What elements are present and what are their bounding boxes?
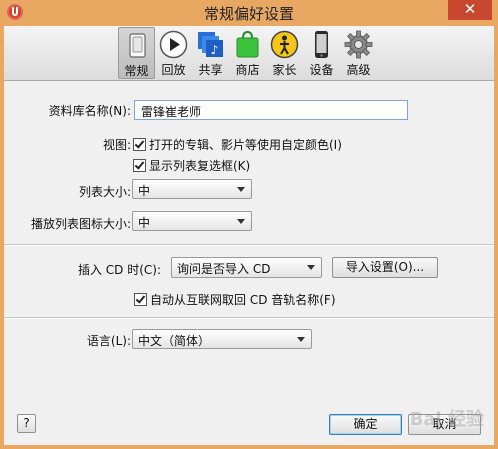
tab-playback[interactable]: 回放: [155, 27, 192, 79]
list-checkboxes-option[interactable]: 显示列表复选框(K): [133, 157, 250, 174]
tab-devices-label: 设备: [309, 63, 334, 77]
cd-insert-select[interactable]: 询问是否导入 CD: [171, 257, 322, 278]
chevron-down-icon: [297, 337, 305, 342]
list-checkboxes-label: 显示列表复选框(K): [149, 159, 251, 173]
chevron-down-icon: [237, 187, 245, 192]
cancel-button[interactable]: 取消: [408, 414, 481, 435]
auto-fetch-label: 自动从互联网取回 CD 音轨名称(F): [150, 293, 336, 307]
preferences-toolbar: 常规 回放 ♪ 共享 商店 家长 设备 高级: [4, 26, 494, 81]
language-label: 语言(L):: [86, 334, 131, 348]
custom-colors-label: 打开的专辑、影片等使用自定颜色(I): [149, 138, 342, 152]
svg-text:♪: ♪: [211, 43, 219, 57]
store-bag-icon: [236, 30, 259, 58]
view-label: 视图:: [102, 138, 131, 152]
auto-fetch-checkbox[interactable]: [134, 293, 147, 306]
preferences-window: 常规偏好设置 ✕ 常规 回放 ♪ 共享 商店 家长 设备 高级 资料库名称(N)…: [0, 0, 498, 449]
list-size-select[interactable]: 中: [132, 179, 252, 199]
library-name-label: 资料库名称(N):: [48, 104, 131, 118]
tab-store-label: 商店: [235, 63, 260, 77]
tab-parental[interactable]: 家长: [266, 27, 303, 79]
cd-insert-label: 插入 CD 时(C):: [77, 263, 161, 277]
close-button[interactable]: ✕: [448, 0, 492, 20]
tab-sharing-label: 共享: [198, 63, 223, 77]
playlist-icon-size-value: 中: [138, 216, 151, 230]
import-settings-button[interactable]: 导入设置(O)...: [332, 257, 438, 278]
chevron-down-icon: [307, 265, 315, 270]
tab-store[interactable]: 商店: [229, 27, 266, 79]
general-pane: 资料库名称(N): 雷锋崔老师 视图: 打开的专辑、影片等使用自定颜色(I) 显…: [4, 81, 494, 445]
ok-button[interactable]: 确定: [329, 414, 402, 435]
list-size-label: 列表大小:: [78, 185, 131, 199]
list-size-value: 中: [138, 184, 151, 198]
parental-icon: [270, 30, 299, 59]
tab-playback-label: 回放: [161, 63, 186, 77]
tab-general[interactable]: 常规: [118, 27, 155, 79]
device-phone-icon: [315, 31, 328, 58]
library-name-input[interactable]: 雷锋崔老师: [134, 100, 408, 120]
cd-insert-value: 询问是否导入 CD: [177, 262, 271, 276]
divider: [4, 317, 494, 319]
tab-advanced-label: 高级: [346, 63, 371, 77]
gear-icon: [344, 30, 373, 59]
playlist-icon-size-select[interactable]: 中: [132, 211, 252, 231]
list-checkboxes-checkbox[interactable]: [133, 159, 146, 172]
general-switch-icon: [129, 33, 146, 58]
chevron-down-icon: [237, 219, 245, 224]
tab-parental-label: 家长: [272, 63, 297, 77]
tab-general-label: 常规: [124, 64, 149, 78]
help-button[interactable]: ?: [17, 414, 36, 433]
language-select[interactable]: 中文（简体）: [132, 329, 312, 349]
tab-advanced[interactable]: 高级: [340, 27, 377, 79]
divider: [4, 244, 494, 246]
custom-colors-option[interactable]: 打开的专辑、影片等使用自定颜色(I): [133, 136, 342, 153]
tab-devices[interactable]: 设备: [303, 27, 340, 79]
playlist-icon-size-label: 播放列表图标大小:: [30, 217, 131, 231]
title-bar[interactable]: 常规偏好设置 ✕: [0, 0, 498, 26]
share-music-icon: ♪: [198, 32, 223, 57]
window-title: 常规偏好设置: [203, 5, 294, 23]
language-value: 中文（简体）: [138, 334, 211, 348]
tab-sharing[interactable]: ♪ 共享: [192, 27, 229, 79]
custom-colors-checkbox[interactable]: [133, 138, 146, 151]
play-icon: [159, 30, 188, 59]
auto-fetch-option[interactable]: 自动从互联网取回 CD 音轨名称(F): [134, 291, 336, 308]
